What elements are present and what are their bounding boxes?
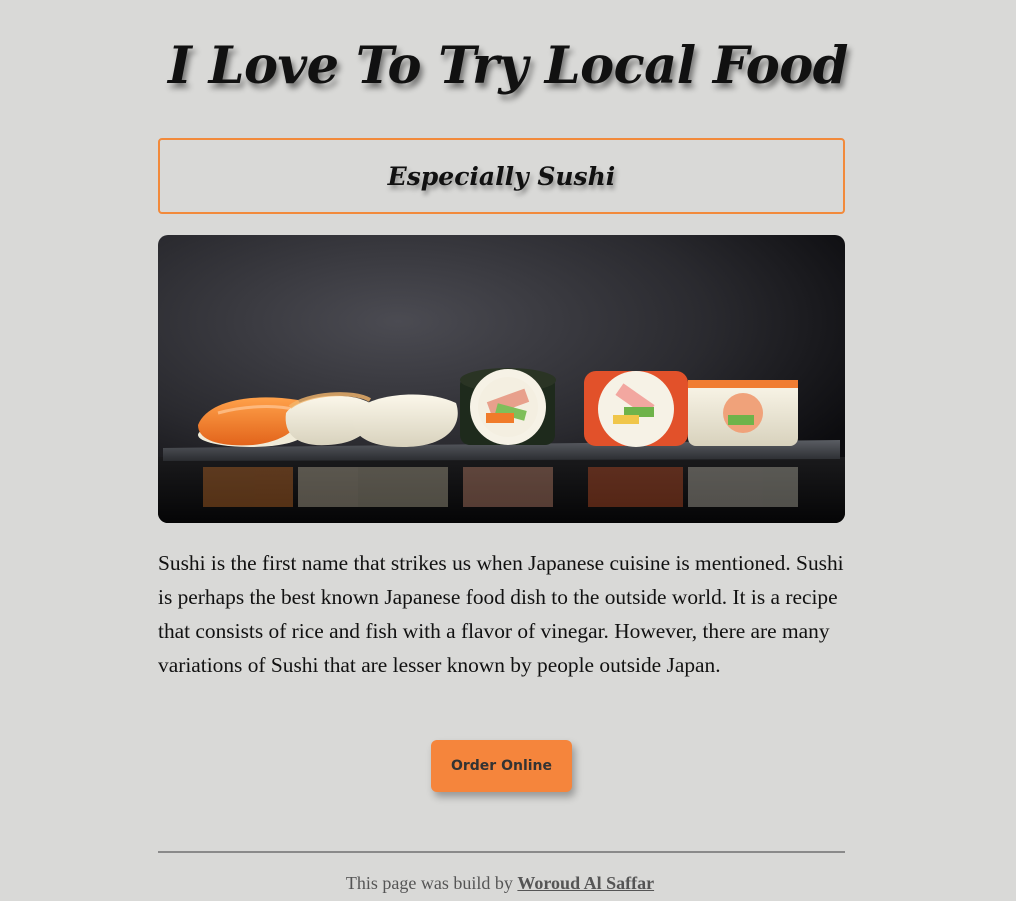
order-online-button[interactable]: Order Online bbox=[431, 740, 572, 792]
footer-prefix: This page was build by bbox=[345, 873, 518, 893]
subtitle-box: Especially Sushi bbox=[158, 138, 845, 214]
subtitle: Especially Sushi bbox=[387, 161, 616, 191]
sushi-image bbox=[158, 235, 845, 523]
author-link[interactable]: Woroud Al Saffar bbox=[517, 873, 654, 893]
footer-credit: This page was build by Woroud Al Saffar bbox=[0, 873, 1000, 894]
sushi-illustration bbox=[158, 235, 845, 523]
footer-divider bbox=[158, 851, 845, 853]
description-paragraph: Sushi is the first name that strikes us … bbox=[158, 551, 844, 677]
page-title: I Love To Try Local Food bbox=[168, 36, 848, 96]
